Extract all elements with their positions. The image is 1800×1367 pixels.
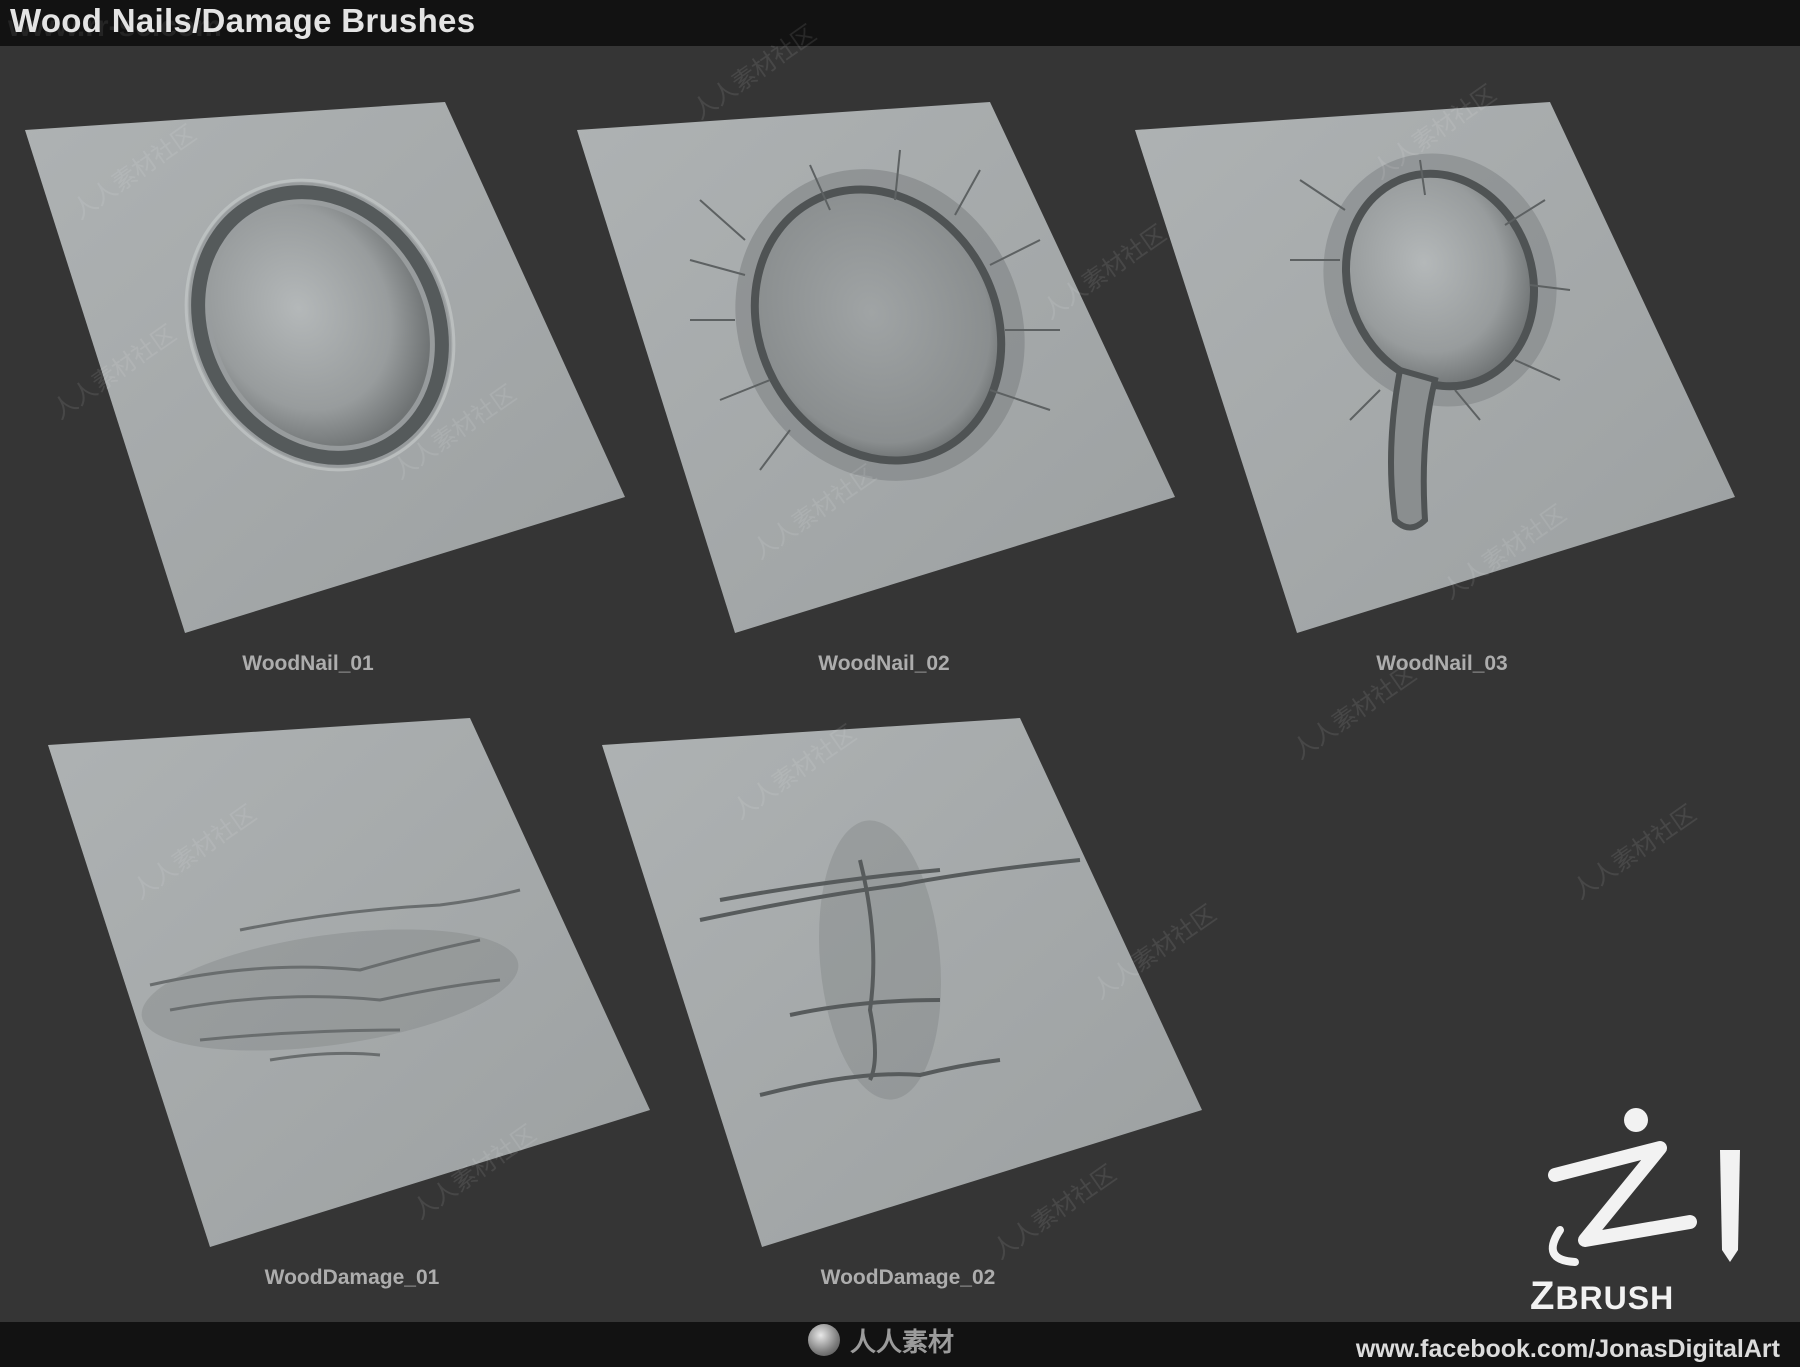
- brush-panel-wooddamage-01: [48, 718, 650, 1247]
- brush-panel-woodnail-02: [577, 102, 1175, 633]
- brush-previews: 人人素材社区 人人素材社区 人人素材社区 人人素材社区 人人素材社区 人人素材社…: [25, 19, 1740, 1266]
- brush-label-wooddamage-02: WoodDamage_02: [820, 1266, 996, 1289]
- site-mark-text: 人人素材: [850, 1327, 955, 1358]
- zbrush-logo-icon: [1548, 1108, 1740, 1266]
- site-mark: 人人素材: [808, 1318, 954, 1362]
- brush-panel-woodnail-03: [1135, 102, 1735, 633]
- site-logo-icon: [808, 1324, 840, 1356]
- brush-label-woodnail-02: WoodNail_02: [818, 652, 950, 675]
- svg-text:人人素材社区: 人人素材社区: [1567, 799, 1701, 905]
- brush-label-wooddamage-01: WoodDamage_01: [264, 1266, 440, 1289]
- svg-text:人人素材社区: 人人素材社区: [687, 19, 821, 125]
- brush-label-woodnail-03: WoodNail_03: [1376, 652, 1508, 675]
- zbrush-logo-text: ZBRUSH: [1530, 1274, 1675, 1318]
- svg-text:人人素材社区: 人人素材社区: [987, 1159, 1121, 1265]
- facebook-url: www.facebook.com/JonasDigitalArt: [1355, 1335, 1780, 1363]
- brush-label-woodnail-01: WoodNail_01: [242, 652, 374, 675]
